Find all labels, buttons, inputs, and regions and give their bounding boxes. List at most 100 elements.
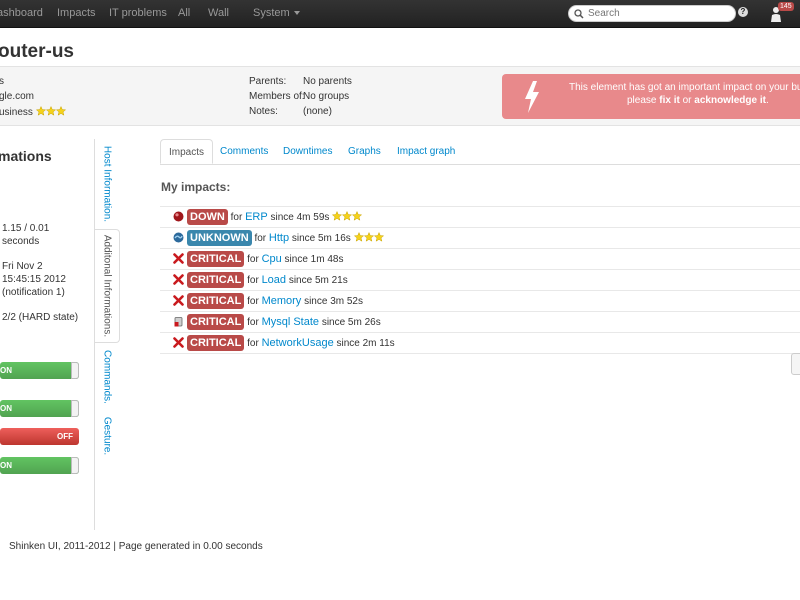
toggle-switch-1[interactable]: ON: [0, 362, 79, 379]
since-text: since 2m 11s: [336, 338, 395, 349]
state-badge: DOWN: [187, 209, 228, 225]
nav-impacts[interactable]: Impacts: [57, 0, 96, 27]
tab-comments[interactable]: Comments: [220, 139, 268, 164]
acknowledge-link[interactable]: acknowledge it: [694, 95, 766, 106]
table-divider: [160, 353, 800, 354]
state-badge: CRITICAL: [187, 293, 245, 309]
star-icon: [351, 210, 363, 221]
service-link[interactable]: Cpu: [262, 253, 282, 265]
vtab-additional-informations[interactable]: Additonal Informations.: [95, 229, 120, 343]
down-icon: [173, 211, 184, 222]
latency-unit: seconds: [2, 236, 40, 247]
impact-row: CRITICAL for Memory since 3m 52s: [160, 290, 800, 311]
host-info-line-3: usiness: [0, 105, 66, 119]
nav-it-problems[interactable]: IT problems: [109, 0, 167, 27]
star-icon: [373, 231, 384, 242]
impact-row: CRITICAL for Load since 5m 21s: [160, 269, 800, 290]
vtab-label: Commands.: [101, 350, 113, 404]
notification-badge[interactable]: 145: [778, 2, 794, 11]
state-badge: CRITICAL: [187, 335, 245, 351]
critical-icon: [173, 274, 184, 285]
vtab-commands[interactable]: Commands.: [95, 345, 119, 409]
latency-value: 1.15 / 0.01: [2, 223, 50, 234]
impact-alert-message: This element has got an important impact…: [569, 82, 800, 93]
tab-graphs[interactable]: Graphs: [348, 139, 381, 164]
star-icon: [341, 210, 353, 221]
impact-alert-actions: please fix it or acknowledge it.: [627, 95, 769, 106]
footer-text: Shinken UI, 2011-2012 | Page generated i…: [9, 541, 263, 552]
impact-row: DOWN for ERP since 4m 59s: [160, 206, 800, 227]
vtab-host-information[interactable]: Host Information.: [95, 141, 119, 227]
star-icon: [353, 231, 364, 242]
notification-number: (notification 1): [2, 287, 65, 298]
service-link[interactable]: NetworkUsage: [262, 337, 334, 349]
impact-row: CRITICAL for Mysql State since 5m 26s: [160, 311, 800, 332]
for-text: for: [247, 317, 259, 328]
help-icon[interactable]: ?: [738, 7, 748, 17]
for-text: for: [247, 275, 259, 286]
unknown-icon: [173, 232, 184, 243]
since-text: since 5m 16s: [291, 233, 351, 244]
parents-value: No parents: [303, 76, 352, 87]
nav-system-label: System: [253, 7, 290, 19]
members-of-value: No groups: [303, 91, 350, 102]
impact-alert: This element has got an important impact…: [502, 74, 800, 119]
host-info-band: s gle.com usiness Parents: No parents Me…: [0, 66, 800, 126]
business-impact-stars: [35, 105, 66, 119]
toggle-label: ON: [0, 366, 12, 375]
content-tabs: Impacts Comments Downtimes Graphs Impact…: [160, 139, 800, 165]
check-attempts: 2/2 (HARD state): [2, 312, 79, 323]
star-icon: [35, 105, 46, 116]
impact-row: CRITICAL for NetworkUsage since 2m 11s: [160, 332, 800, 353]
toggle-switch-2[interactable]: ON: [0, 400, 79, 417]
nav-wall[interactable]: Wall: [208, 0, 229, 27]
toggle-label: ON: [0, 461, 12, 470]
service-link[interactable]: Memory: [262, 295, 302, 307]
impacts-heading: My impacts:: [161, 180, 231, 194]
database-icon: [174, 317, 183, 327]
state-badge: CRITICAL: [187, 251, 245, 267]
service-link[interactable]: Http: [269, 232, 289, 244]
tab-impact-graph[interactable]: Impact graph: [397, 139, 455, 164]
service-link[interactable]: ERP: [245, 211, 268, 223]
critical-icon: [173, 253, 184, 264]
impact-row: UNKNOWN for Http since 5m 16s: [160, 227, 800, 248]
since-text: since 5m 26s: [321, 317, 381, 328]
star-icon: [55, 105, 66, 116]
since-text: since 5m 21s: [288, 275, 348, 286]
fix-it-link[interactable]: fix it: [659, 95, 680, 106]
lightning-bolt-icon: [525, 81, 539, 113]
vertical-tabs: Host Information. Additonal Informations…: [94, 139, 121, 530]
business-impact-stars: [353, 231, 384, 249]
star-icon: [331, 210, 343, 221]
notes-label: Notes:: [249, 106, 278, 117]
tab-downtimes[interactable]: Downtimes: [283, 139, 332, 164]
last-notification-date: Fri Nov 2: [2, 261, 43, 272]
toggle-switch-3[interactable]: OFF: [0, 428, 79, 445]
host-info-line-1: s: [0, 76, 4, 87]
search-input[interactable]: [588, 6, 728, 21]
tab-impacts[interactable]: Impacts: [160, 139, 214, 164]
search-icon: [574, 9, 584, 19]
members-of-label: Members of:: [249, 91, 305, 102]
state-badge: CRITICAL: [187, 272, 245, 288]
for-text: for: [247, 254, 259, 265]
chevron-down-icon: [293, 11, 300, 16]
side-button[interactable]: [791, 353, 800, 375]
alert-text-suffix: .: [765, 95, 769, 106]
nav-all[interactable]: All: [178, 0, 190, 27]
since-text: since 4m 59s: [270, 212, 330, 223]
notes-value: (none): [303, 106, 332, 117]
last-notification-time: 15:45:15 2012: [2, 274, 66, 285]
alert-text-or: or: [682, 95, 692, 106]
nav-system-dropdown[interactable]: System: [253, 0, 300, 27]
vtab-gesture[interactable]: Gesture.: [95, 413, 119, 459]
alert-text-please: please: [627, 95, 657, 106]
nav-dashboard[interactable]: ashboard: [0, 0, 43, 27]
toggle-switch-4[interactable]: ON: [0, 457, 79, 474]
parents-label: Parents:: [249, 76, 287, 87]
vtab-label: Gesture.: [101, 416, 113, 456]
service-link[interactable]: Mysql State: [262, 316, 319, 328]
for-text: for: [247, 338, 259, 349]
service-link[interactable]: Load: [262, 274, 286, 286]
